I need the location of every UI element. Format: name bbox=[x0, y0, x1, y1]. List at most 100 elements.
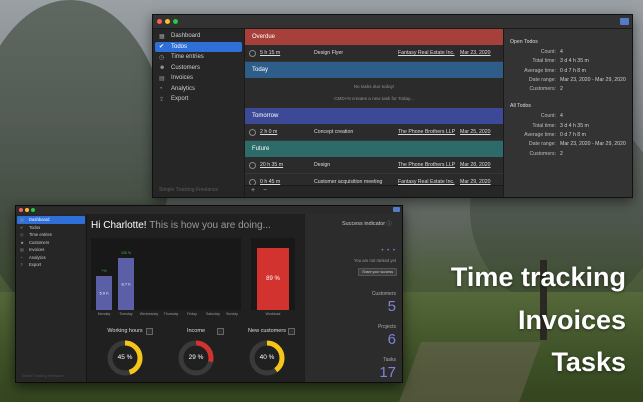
stat-value: 0 d 7 h 8 m bbox=[560, 132, 586, 139]
sidebar-item-label: Invoices bbox=[171, 75, 194, 81]
sidebar-item-dashboard[interactable]: ▦ Dashboard bbox=[155, 31, 242, 41]
sidebar-toggle-icon[interactable] bbox=[393, 207, 400, 212]
bar-percent: +% bbox=[101, 269, 107, 273]
stat-key: Total time: bbox=[532, 58, 556, 65]
stat-row: Date range: Mar 23, 2020 - Mar 29, 2020 bbox=[510, 141, 626, 150]
workload-chart: 89 % Workload bbox=[251, 238, 295, 316]
statistics-panel: Open Todos Count: 4 Total time: 3 d 4 h 35… bbox=[503, 29, 632, 197]
todo-date[interactable]: Mar 25, 2020 bbox=[460, 129, 491, 135]
weekday-label: Tuesday bbox=[119, 312, 133, 316]
sidebar-item-label: Dashboard bbox=[171, 33, 201, 39]
kpi-value: 5 bbox=[387, 298, 396, 315]
sidebar-item-export[interactable]: ⇪ Export bbox=[17, 261, 85, 269]
todo-date[interactable]: Mar 28, 2020 bbox=[460, 162, 491, 168]
remove-todo-button[interactable]: − bbox=[263, 187, 267, 194]
success-panel: Success indicator ⓘ • • • You are not ra… bbox=[305, 214, 402, 382]
stat-key: Average time: bbox=[524, 132, 556, 139]
close-button[interactable] bbox=[19, 208, 23, 212]
sidebar-item-todos[interactable]: ✔ Todos bbox=[155, 41, 242, 52]
dashboard-icon: ▦ bbox=[159, 33, 165, 40]
todo-duration[interactable]: 5 h 15 m bbox=[260, 50, 314, 56]
complete-checkbox[interactable] bbox=[249, 49, 256, 57]
info-icon[interactable]: ⓘ bbox=[387, 221, 392, 227]
gauge-options-button[interactable] bbox=[217, 328, 224, 335]
bar-value: 8.7 h bbox=[121, 281, 131, 287]
gauge-options-button[interactable] bbox=[146, 328, 153, 335]
sidebar-item-customers[interactable]: ☻ Customers bbox=[17, 239, 85, 247]
clock-icon: ◷ bbox=[159, 54, 165, 61]
todo-task: Concept creation bbox=[314, 129, 354, 135]
todo-list: Overdue 5 h 15 m Design Flyer Fantasy Re… bbox=[245, 29, 503, 197]
todo-customer[interactable]: Fantasy Real Estate Inc. bbox=[398, 50, 460, 56]
zoom-button[interactable] bbox=[173, 19, 178, 24]
stat-key: Date range: bbox=[528, 141, 556, 148]
rank-dots: • • • bbox=[381, 248, 396, 254]
stat-key: Average time: bbox=[524, 67, 556, 74]
stat-key: Total time: bbox=[532, 122, 556, 129]
todo-task: Design bbox=[314, 162, 331, 168]
todo-duration[interactable]: 2 h 0 m bbox=[260, 129, 314, 135]
invoice-icon: ▤ bbox=[20, 247, 24, 253]
gauge-working-hours: Working hours 45 % bbox=[95, 328, 155, 378]
gauge-options-button[interactable] bbox=[288, 328, 295, 335]
todo-row[interactable]: 2 h 0 m Concept creation The Phone Broth… bbox=[245, 124, 503, 141]
stat-value: Mar 23, 2020 - Mar 29, 2020 bbox=[560, 76, 626, 83]
gauge-title-text: Income bbox=[186, 328, 206, 334]
complete-checkbox[interactable] bbox=[249, 128, 256, 136]
sidebar-item-export[interactable]: ⇪ Export bbox=[155, 94, 242, 104]
close-button[interactable] bbox=[157, 19, 162, 24]
section-tomorrow: Tomorrow bbox=[245, 108, 503, 124]
kpi-label: Projects bbox=[377, 324, 396, 330]
sidebar-item-label: Invoices bbox=[29, 247, 45, 253]
sidebar-item-dashboard[interactable]: ▦ Dashboard bbox=[17, 216, 85, 224]
todo-duration[interactable]: 20 h 35 m bbox=[260, 162, 314, 168]
greeting-name: Hi Charlotte! bbox=[91, 220, 147, 231]
sidebar-item-customers[interactable]: ☻ Customers bbox=[155, 63, 242, 73]
add-todo-button[interactable]: + bbox=[251, 187, 255, 194]
sidebar-item-invoices[interactable]: ▤ Invoices bbox=[155, 73, 242, 83]
gauge-ring: 40 % bbox=[247, 338, 287, 378]
zoom-button[interactable] bbox=[31, 208, 35, 212]
sidebar-item-todos[interactable]: ✔ Todos bbox=[17, 224, 85, 232]
bar-tuesday: 105 % 8.7 h bbox=[118, 251, 134, 310]
sidebar-item-invoices[interactable]: ▤ Invoices bbox=[17, 246, 85, 254]
stat-value: Mar 23, 2020 - Mar 29, 2020 bbox=[560, 141, 626, 148]
all-todos-heading: All Todos bbox=[510, 103, 531, 110]
sidebar-item-time-entries[interactable]: ◷ Time entries bbox=[17, 231, 85, 239]
stat-row: Total time: 3 d 4 h 35 m bbox=[510, 58, 626, 67]
todo-date[interactable]: Mar 23, 2020 bbox=[460, 50, 491, 56]
stat-row: Total time: 3 d 4 h 35 m bbox=[510, 123, 626, 132]
todo-task: Design Flyer bbox=[314, 50, 344, 56]
minimize-button[interactable] bbox=[25, 208, 29, 212]
sidebar-toggle-icon[interactable] bbox=[620, 18, 629, 25]
check-icon: ✔ bbox=[20, 224, 24, 230]
stat-value: 4 bbox=[560, 113, 563, 120]
kpi-label: Customers bbox=[371, 291, 396, 297]
sidebar-item-analytics[interactable]: ◔ Analytics bbox=[17, 254, 85, 262]
gauge-title-text: Working hours bbox=[107, 328, 143, 334]
gauge-new-customers: New customers 40 % bbox=[237, 328, 297, 378]
complete-checkbox[interactable] bbox=[249, 161, 256, 169]
stat-value: 2 bbox=[560, 150, 563, 157]
titlebar bbox=[153, 15, 632, 29]
sidebar-item-time-entries[interactable]: ◷ Time entries bbox=[155, 52, 242, 62]
stat-value: 2 bbox=[560, 86, 563, 93]
sidebar-item-analytics[interactable]: ◔ Analytics bbox=[155, 84, 242, 94]
export-icon: ⇪ bbox=[159, 96, 165, 103]
weekly-hours-chart: +% 5.0 h 105 % 8.7 h Monday Tuesday Wedn… bbox=[91, 238, 241, 316]
todo-customer[interactable]: The Phone Brothers LLP bbox=[398, 162, 460, 168]
todo-row[interactable]: 20 h 35 m Design The Phone Brothers LLP … bbox=[245, 157, 503, 174]
dashboard-icon: ▦ bbox=[20, 217, 24, 223]
todo-customer[interactable]: The Phone Brothers LLP bbox=[398, 129, 460, 135]
stat-key: Count: bbox=[540, 113, 556, 120]
todo-row[interactable]: 5 h 15 m Design Flyer Fantasy Real Estat… bbox=[245, 45, 503, 62]
bar-monday: +% 5.0 h bbox=[96, 269, 112, 310]
promo-tasks: Tasks bbox=[551, 347, 626, 377]
share-success-button[interactable]: Share your success bbox=[358, 268, 397, 276]
kpi-value: 17 bbox=[379, 364, 396, 381]
sidebar: ▦ Dashboard ✔ Todos ◷ Time entries ☻ Custome… bbox=[153, 29, 245, 197]
open-todos-heading: Open Todos bbox=[510, 39, 538, 45]
sidebar-item-label: Todos bbox=[29, 224, 41, 230]
minimize-button[interactable] bbox=[165, 19, 170, 24]
bar-percent: 105 % bbox=[121, 251, 131, 255]
